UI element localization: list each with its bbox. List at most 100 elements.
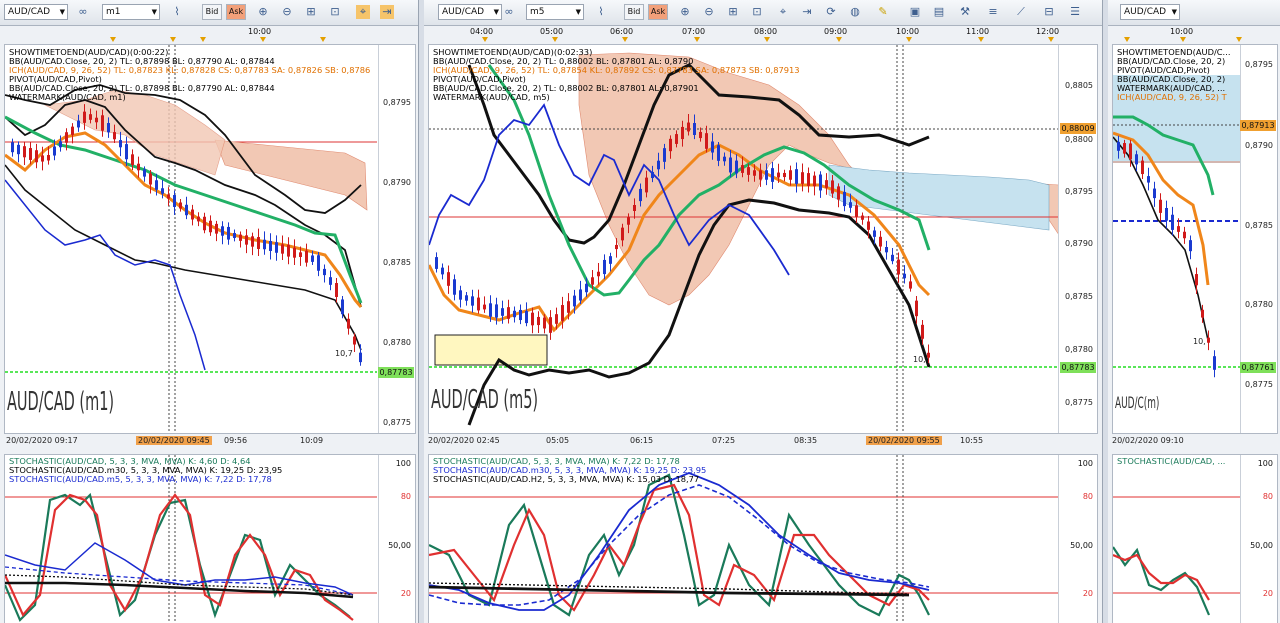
candle-body [861, 215, 864, 220]
candle-body [693, 123, 696, 135]
menu-icon[interactable]: ☰ [1068, 5, 1082, 19]
candle-body [1201, 309, 1204, 318]
candle-body [221, 226, 224, 236]
candle-body [489, 303, 492, 317]
stoch-level: 100 [1077, 459, 1093, 468]
top-time-label: 06:00 [610, 27, 634, 36]
price-chart[interactable]: 0,8795 0,8790 0,8785 0,8780 0,8775 0,879… [1112, 44, 1278, 434]
stochastic-chart[interactable]: 100 80 50,00 20 STOCHASTIC(AUD/CAD, ... [1112, 454, 1278, 623]
candle-body [753, 170, 756, 176]
lines-icon[interactable]: ≡ [986, 5, 1000, 19]
candle-body [597, 271, 600, 277]
price-label: 0,8800 [1065, 135, 1093, 144]
price-label: 0,8790 [1245, 141, 1273, 150]
timeframe-select[interactable]: m5 ▼ [526, 4, 584, 20]
candle-body [531, 312, 534, 326]
link-icon[interactable]: ∞ [76, 5, 90, 19]
price-label: 0,8795 [1245, 60, 1273, 69]
candle-body [155, 180, 158, 190]
bid-button[interactable]: Bid [202, 4, 222, 20]
candle-body [825, 180, 828, 188]
refresh-icon[interactable]: ⟳ [824, 5, 838, 19]
stoch-level: 100 [1257, 459, 1273, 468]
tools-icon[interactable]: ⚒ [958, 5, 972, 19]
zoom-in-icon[interactable]: ⊕ [256, 5, 270, 19]
symbol-select[interactable]: AUD/CAD ▼ [1120, 4, 1180, 20]
candle-body [447, 272, 450, 286]
candle-body [1195, 274, 1198, 286]
stoch-level: 20 [1262, 589, 1273, 598]
timeframe-select[interactable]: m1 ▼ [102, 4, 160, 20]
time-marker-icon [764, 37, 770, 42]
symbol-select[interactable]: AUD/CAD ▼ [438, 4, 502, 20]
candle-body [71, 126, 74, 135]
bid-button[interactable]: Bid [624, 4, 644, 20]
candle-body [95, 117, 98, 123]
time-marker-icon [622, 37, 628, 42]
time-marker-icon [552, 37, 558, 42]
zoom-area-icon[interactable]: ⊡ [750, 5, 764, 19]
crosshair-icon[interactable]: ⌖ [356, 5, 370, 19]
zoom-fit-icon[interactable]: ⊞ [726, 5, 740, 19]
time-axis-label: 20/02/2020 09:45 [136, 436, 212, 445]
link-icon[interactable]: ∞ [502, 5, 516, 19]
price-chart[interactable]: 0,8795 0,8790 0,8785 0,8780 0,8775 0,877… [4, 44, 416, 434]
candle-body [723, 156, 726, 162]
candle-body [675, 134, 678, 144]
symbol-select[interactable]: AUD/CAD ▼ [4, 4, 68, 20]
save-image-icon[interactable]: ▤ [932, 5, 946, 19]
price-chart[interactable]: 0,8805 0,8800 0,8795 0,8790 0,8785 0,878… [428, 44, 1098, 434]
candle-body [735, 160, 738, 174]
candle-body [1213, 356, 1216, 370]
candle-body [359, 352, 362, 363]
price-label: 0,8785 [1065, 292, 1093, 301]
stochastic-chart[interactable]: 100 80 50,00 20 STOCHASTIC(AUD/CAD, 5, 3… [4, 454, 416, 623]
stoch-axis: 100 80 50,00 20 [1058, 455, 1097, 623]
price-plot [1113, 75, 1241, 378]
price-label: 0,8775 [1245, 380, 1273, 389]
draw-icon[interactable]: ⟋ [1014, 5, 1028, 19]
zoom-out-icon[interactable]: ⊖ [280, 5, 294, 19]
candle-body [729, 157, 732, 173]
candle-body [1177, 226, 1180, 232]
current-price-tag: 0,87761 [1240, 362, 1276, 373]
candle-body [83, 111, 86, 123]
candle-body [543, 317, 546, 329]
current-price-tag: 0,87783 [378, 367, 414, 378]
candle-body [215, 223, 218, 234]
globe-icon[interactable]: ◍ [848, 5, 862, 19]
candle-body [149, 173, 152, 185]
time-marker-icon [694, 37, 700, 42]
candle-body [525, 310, 528, 324]
zoom-in-icon[interactable]: ⊕ [678, 5, 692, 19]
candle-body [227, 226, 230, 240]
chart-type-icon[interactable]: ⌇ [594, 5, 608, 19]
zoom-out-icon[interactable]: ⊖ [702, 5, 716, 19]
ask-button[interactable]: Ask [648, 4, 668, 20]
template-icon[interactable]: ⊟ [1042, 5, 1056, 19]
chart-toolbar: AUD/CAD ▼ [1108, 0, 1280, 26]
ask-button[interactable]: Ask [226, 4, 246, 20]
zoom-area-icon[interactable]: ⊡ [328, 5, 342, 19]
candle-body [317, 255, 320, 271]
price-label: 0,8795 [383, 98, 411, 107]
pencil-icon[interactable]: ✎ [876, 5, 890, 19]
upper-price-tag: 0,87913 [1240, 120, 1276, 131]
autoscroll-icon[interactable]: ⇥ [800, 5, 814, 19]
crosshair-icon[interactable]: ⌖ [776, 5, 790, 19]
stochastic-chart[interactable]: 100 80 50,00 20 STOCHASTIC(AUD/CAD, 5, 3… [428, 454, 1098, 623]
image-icon[interactable]: ▣ [908, 5, 922, 19]
chart-type-icon[interactable]: ⌇ [170, 5, 184, 19]
zoom-fit-icon[interactable]: ⊞ [304, 5, 318, 19]
chevron-down-icon: ▼ [575, 8, 581, 16]
candle-body [783, 172, 786, 178]
price-axis: 0,8805 0,8800 0,8795 0,8790 0,8785 0,878… [1058, 45, 1097, 433]
candle-body [717, 145, 720, 161]
price-axis: 0,8795 0,8790 0,8785 0,8780 0,8775 0,879… [1240, 45, 1277, 433]
candle-body [867, 221, 870, 230]
candle-body [435, 257, 438, 269]
autoscroll-icon[interactable]: ⇥ [380, 5, 394, 19]
candle-body [245, 235, 248, 245]
candle-body [1189, 240, 1192, 252]
candle-note: 10, [1193, 337, 1206, 346]
